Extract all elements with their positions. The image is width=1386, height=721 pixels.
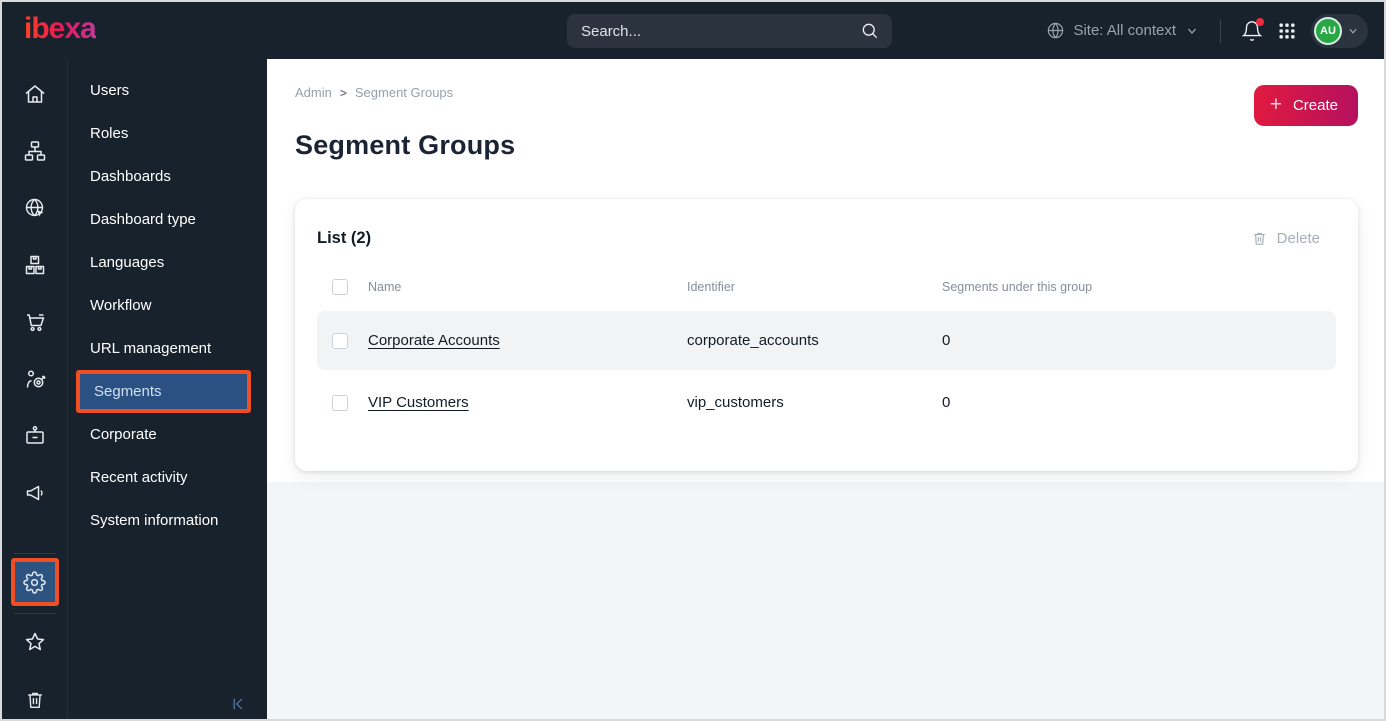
user-menu[interactable]: AU [1311,13,1368,48]
customer-portal-badge-icon[interactable] [2,424,68,448]
sidebar-item-url-management[interactable]: URL management [68,327,267,370]
row-identifier: corporate_accounts [687,332,819,349]
trash-icon [1251,230,1268,247]
avatar: AU [1314,16,1342,45]
column-header-identifier: Identifier [687,280,735,294]
site-context-label: Site: All context [1073,22,1176,39]
campaigns-megaphone-icon[interactable] [2,481,68,505]
topbar-divider [1220,18,1221,43]
sidebar-item-users[interactable]: Users [68,69,267,112]
top-bar: ibexa Site: All context [2,2,1384,59]
sidebar-item-roles[interactable]: Roles [68,112,267,155]
table-row: Corporate Accounts corporate_accounts 0 [317,311,1336,370]
main-content: + Create Admin > Segment Groups Segment … [267,59,1384,719]
topbar-right-cluster: Site: All context AU [1046,13,1368,48]
site-context-selector[interactable]: Site: All context [1046,21,1200,40]
row-checkbox[interactable] [332,332,348,349]
global-search[interactable] [567,14,892,48]
sidebar-collapse-icon[interactable] [229,695,247,713]
sidebar-item-recent-activity[interactable]: Recent activity [68,456,267,499]
row-checkbox[interactable] [332,394,348,411]
delete-button[interactable]: Delete [1251,230,1320,247]
sidebar-item-segments[interactable]: Segments [76,370,251,413]
site-globe-icon[interactable] [2,196,68,220]
sidebar-item-workflow[interactable]: Workflow [68,284,267,327]
trash-icon[interactable] [2,688,68,712]
chevron-down-icon [1346,24,1360,38]
ibexa-admin-app: ibexa Site: All context [0,0,1386,721]
commerce-cart-icon[interactable] [2,310,68,334]
table-row: VIP Customers vip_customers 0 [317,373,1336,432]
app-grid-icon[interactable] [1277,21,1297,41]
admin-settings-gear-icon[interactable] [10,558,59,606]
rail-divider [13,553,56,554]
rail-divider [13,613,56,614]
notifications-bell-icon[interactable] [1241,17,1264,42]
create-button-label: Create [1292,97,1338,114]
column-header-segments: Segments under this group [942,280,1093,294]
products-boxes-icon[interactable] [2,253,68,277]
notification-unread-dot [1256,17,1264,26]
customers-target-icon[interactable] [2,367,68,391]
chevron-down-icon [1184,23,1200,39]
row-segments-count: 0 [942,394,951,411]
delete-button-label: Delete [1276,229,1320,247]
list-count-title: List (2) [317,228,372,247]
segment-group-link[interactable]: VIP Customers [368,394,469,411]
bookmarks-star-icon[interactable] [2,630,68,654]
content-background [267,482,1384,719]
row-segments-count: 0 [942,332,951,349]
breadcrumb: Admin > Segment Groups [295,85,1358,100]
sidebar-item-dashboard-type[interactable]: Dashboard type [68,198,267,241]
sidebar-item-dashboards[interactable]: Dashboards [68,155,267,198]
icon-sidebar [2,59,68,719]
page-title: Segment Groups [295,130,516,160]
select-all-checkbox[interactable] [332,279,348,295]
ibexa-logo[interactable]: ibexa [24,13,97,48]
breadcrumb-current: Segment Groups [354,85,454,100]
home-icon[interactable] [2,82,68,106]
search-input[interactable] [581,22,860,40]
sidebar-item-corporate[interactable]: Corporate [68,413,267,456]
plus-icon: + [1269,93,1282,116]
row-identifier: vip_customers [687,394,784,411]
admin-menu-sidebar: Users Roles Dashboards Dashboard type La… [68,59,267,719]
segment-group-link[interactable]: Corporate Accounts [368,332,500,349]
segment-groups-list-card: List (2) Delete Name Identifier Segments… [295,199,1358,471]
breadcrumb-separator: > [339,85,347,100]
sidebar-item-system-information[interactable]: System information [68,499,267,542]
search-icon[interactable] [860,21,880,41]
create-button[interactable]: + Create [1253,85,1358,126]
column-header-name: Name [368,280,402,294]
content-tree-icon[interactable] [2,139,68,163]
breadcrumb-admin[interactable]: Admin [295,85,332,100]
sidebar-item-languages[interactable]: Languages [68,241,267,284]
table-header: Name Identifier Segments under this grou… [317,263,1336,311]
globe-icon [1046,21,1065,40]
